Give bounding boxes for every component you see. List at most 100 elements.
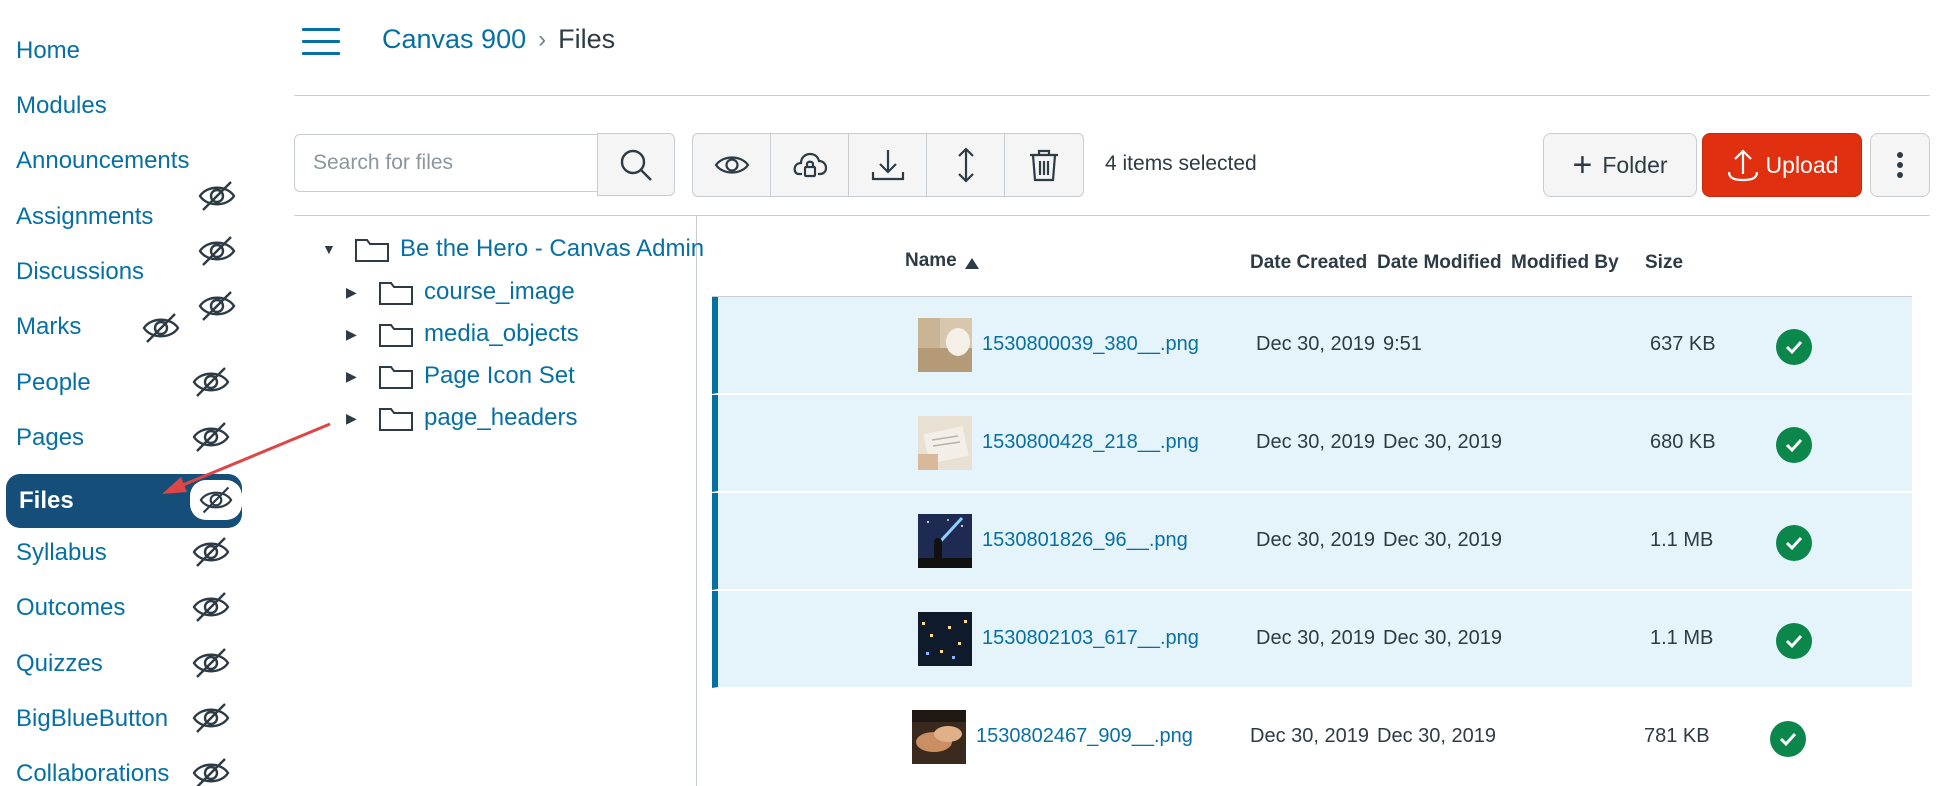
nav-item-people[interactable]: People [6, 356, 241, 410]
tree-item-label: media_objects [424, 320, 579, 347]
caret-right-icon[interactable]: ▶ [346, 368, 364, 385]
column-header-modified-by[interactable]: Modified By [1511, 252, 1619, 274]
nav-item-label: Announcements [16, 147, 190, 174]
eye-slash-icon[interactable] [191, 755, 231, 786]
upload-button[interactable]: Upload [1702, 133, 1862, 197]
folder-icon [378, 404, 414, 432]
file-name-link[interactable]: 1530801826_96__.png [982, 529, 1188, 552]
nav-item-marks[interactable]: Marks [6, 300, 241, 354]
move-button[interactable] [927, 134, 1005, 196]
nav-item-bigbluebutton[interactable]: BigBlueButton [6, 692, 241, 746]
nav-item-syllabus[interactable]: Syllabus [6, 526, 241, 580]
nav-item-label: Outcomes [16, 594, 126, 621]
nav-item-label: Assignments [16, 203, 154, 230]
published-check-icon[interactable] [1776, 329, 1812, 365]
table-row[interactable]: 1530802103_617__.png Dec 30, 2019 Dec 30… [712, 591, 1912, 688]
tree-folder[interactable]: ▶ course_image [346, 278, 575, 306]
eye-slash-icon[interactable] [141, 310, 181, 346]
caret-right-icon[interactable]: ▶ [346, 410, 364, 427]
tree-folder[interactable]: ▶ page_headers [346, 404, 577, 432]
tree-folder[interactable]: ▶ media_objects [346, 320, 579, 348]
file-name-link[interactable]: 1530800039_380__.png [982, 333, 1199, 356]
file-thumbnail [912, 710, 966, 764]
tree-divider [696, 216, 697, 786]
nav-item-files[interactable]: Files [6, 474, 242, 528]
column-header-date-modified[interactable]: Date Modified [1377, 252, 1502, 274]
date-created: Dec 30, 2019 [1256, 431, 1375, 453]
published-check-icon[interactable] [1776, 427, 1812, 463]
eye-slash-icon[interactable] [191, 534, 231, 570]
file-name-link[interactable]: 1530802103_617__.png [982, 627, 1199, 650]
published-check-icon[interactable] [1770, 721, 1806, 757]
folder-icon [378, 362, 414, 390]
file-thumbnail [918, 416, 972, 470]
date-created: Dec 30, 2019 [1256, 529, 1375, 551]
column-header-name[interactable]: Name [905, 250, 979, 272]
published-check-icon[interactable] [1776, 623, 1812, 659]
breadcrumb-separator: › [538, 25, 547, 53]
nav-item-quizzes[interactable]: Quizzes [6, 637, 241, 691]
download-icon [871, 150, 904, 181]
table-row[interactable]: 1530801826_96__.png Dec 30, 2019 Dec 30,… [712, 493, 1912, 590]
tree-item-label: Page Icon Set [424, 362, 575, 389]
more-options-button[interactable] [1870, 133, 1930, 197]
file-thumbnail [918, 514, 972, 568]
tree-root-folder[interactable]: ▼ Be the Hero - Canvas Admin [322, 235, 704, 263]
tree-item-label: page_headers [424, 404, 578, 431]
published-check-icon[interactable] [1776, 525, 1812, 561]
folder-icon [354, 235, 390, 263]
nav-item-modules[interactable]: Modules [6, 79, 241, 133]
table-row[interactable]: 1530800428_218__.png Dec 30, 2019 Dec 30… [712, 395, 1912, 492]
more-vertical-icon [1897, 152, 1903, 158]
add-folder-button[interactable]: + Folder [1543, 133, 1697, 197]
search-button[interactable] [597, 133, 675, 196]
eye-slash-icon[interactable] [191, 645, 231, 681]
column-header-label: Name [905, 250, 957, 271]
view-button[interactable] [693, 134, 771, 196]
file-size: 637 KB [1650, 333, 1716, 355]
caret-right-icon[interactable]: ▶ [346, 284, 364, 301]
nav-item-label: Discussions [16, 258, 145, 285]
breadcrumb-current: Files [558, 24, 616, 54]
date-created: Dec 30, 2019 [1250, 725, 1369, 747]
search-input[interactable] [294, 134, 597, 192]
download-button[interactable] [849, 134, 927, 196]
folder-icon [378, 320, 414, 348]
delete-button[interactable] [1005, 134, 1083, 196]
tree-folder[interactable]: ▶ Page Icon Set [346, 362, 575, 390]
nav-item-assignments[interactable]: Assignments [6, 190, 241, 244]
nav-item-outcomes[interactable]: Outcomes [6, 581, 241, 635]
restrict-access-button[interactable] [771, 134, 849, 196]
nav-item-discussions[interactable]: Discussions [6, 245, 241, 299]
nav-item-label: Syllabus [16, 539, 107, 566]
file-search [294, 133, 675, 196]
trash-icon [1030, 149, 1058, 182]
caret-down-icon[interactable]: ▼ [322, 241, 340, 257]
nav-item-pages[interactable]: Pages [6, 411, 241, 465]
hamburger-icon[interactable] [302, 28, 340, 58]
nav-item-home[interactable]: Home [6, 24, 241, 78]
column-header-size[interactable]: Size [1645, 252, 1683, 274]
date-modified: Dec 30, 2019 [1383, 529, 1502, 551]
breadcrumb-course-link[interactable]: Canvas 900 [382, 24, 526, 55]
eye-slash-icon[interactable] [191, 419, 231, 455]
breadcrumb: Canvas 900 › Files [382, 24, 615, 55]
file-size: 1.1 MB [1650, 627, 1714, 649]
tree-item-label: course_image [424, 278, 575, 305]
eye-slash-icon[interactable] [191, 700, 231, 736]
file-name-link[interactable]: 1530802467_909__.png [976, 725, 1193, 748]
file-name-link[interactable]: 1530800428_218__.png [982, 431, 1199, 454]
date-modified: Dec 30, 2019 [1377, 725, 1496, 747]
column-header-date-created[interactable]: Date Created [1250, 252, 1367, 274]
add-folder-label: Folder [1602, 151, 1668, 178]
move-icon [957, 147, 974, 183]
eye-slash-icon[interactable] [190, 480, 242, 520]
selected-count: 4 items selected [1105, 152, 1257, 175]
table-row[interactable]: 1530800039_380__.png Dec 30, 2019 9:51 6… [712, 297, 1912, 394]
table-row[interactable]: 1530802467_909__.png Dec 30, 2019 Dec 30… [718, 689, 1912, 786]
caret-right-icon[interactable]: ▶ [346, 326, 364, 343]
nav-item-label: Quizzes [16, 650, 103, 677]
eye-slash-icon[interactable] [191, 589, 231, 625]
nav-item-collaborations[interactable]: Collaborations [6, 747, 241, 786]
eye-slash-icon[interactable] [191, 364, 231, 400]
